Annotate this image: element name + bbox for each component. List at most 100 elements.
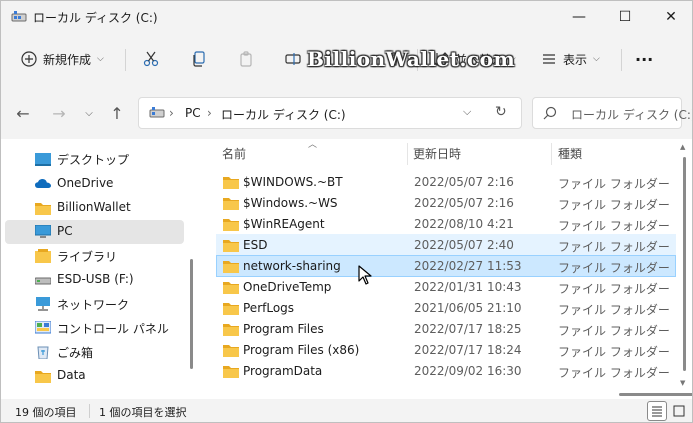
vertical-scrollbar[interactable] (683, 157, 686, 371)
rename-button[interactable] (285, 43, 301, 75)
sidebar-item-pc[interactable]: PC (5, 220, 184, 244)
folder-icon (35, 203, 51, 215)
column-divider[interactable] (551, 143, 552, 165)
window-title: ローカル ディスク (C:) (33, 11, 158, 25)
rename-icon (285, 53, 301, 65)
file-modified: 2022/07/17 18:25 (414, 322, 522, 336)
maximize-button[interactable]: ☐ (602, 1, 648, 33)
file-row[interactable]: $Windows.~WS 2022/05/07 2:16 ファイル フォルダー (216, 192, 676, 214)
address-bar[interactable]: › PC › ローカル ディスク (C:) ⌵ ↻ (138, 97, 522, 129)
file-row[interactable]: OneDriveTemp 2022/01/31 10:43 ファイル フォルダー (216, 276, 676, 298)
search-input[interactable]: ローカル ディスク (C:)... (532, 97, 692, 129)
scroll-up-icon[interactable]: ▲ (680, 143, 685, 151)
status-bar: 19 個の項目 1 個の項目を選択 (1, 399, 692, 422)
sidebar-item-esd-usb[interactable]: ESD-USB (F:) (5, 268, 184, 292)
forward-button[interactable]: → (47, 99, 71, 127)
file-row[interactable]: network-sharing 2022/02/27 11:53 ファイル フォルダ… (216, 255, 676, 277)
sidebar-item-data[interactable]: Data (5, 364, 184, 388)
sidebar-item-onedrive[interactable]: OneDrive (5, 172, 184, 196)
sidebar-item-libraries[interactable]: ライブラリ (5, 244, 184, 268)
address-history-dropdown[interactable]: ⌵ (463, 105, 471, 119)
folder-icon (223, 261, 239, 273)
details-view-button[interactable] (647, 401, 667, 421)
file-row[interactable]: ESD 2022/05/07 2:40 ファイル フォルダー (216, 234, 676, 256)
file-type: ファイル フォルダー (558, 219, 670, 233)
sidebar-item-billionwallet[interactable]: BillionWallet (5, 196, 184, 220)
back-button[interactable]: ← (11, 99, 35, 127)
sidebar-item-label: ESD-USB (F:) (57, 272, 134, 286)
column-header-name[interactable]: 名前 (222, 145, 246, 162)
scroll-down-icon[interactable]: ▼ (680, 379, 685, 387)
arrow-left-icon: ← (16, 103, 30, 123)
file-name: PerfLogs (243, 301, 295, 315)
network-icon (36, 297, 50, 311)
view-button[interactable]: 表示 ⌵ (541, 43, 600, 75)
sidebar-item-label: デスクトップ (57, 153, 130, 167)
sidebar-item-network[interactable]: ネットワーク (5, 292, 184, 316)
file-explorer-window: ローカル ディスク (C:) — ☐ ✕ 新規作成 ⌵ 並べ替え ⌵ 表示 ⌵ … (0, 0, 693, 423)
breadcrumb-separator: › (169, 106, 174, 120)
breadcrumb-local-disk[interactable]: ローカル ディスク (C:) (221, 106, 346, 123)
cut-button[interactable] (143, 43, 159, 75)
column-header-type[interactable]: 種類 (558, 145, 582, 162)
up-button[interactable]: ↑ (105, 99, 129, 127)
recent-locations-button[interactable]: ⌵ (77, 99, 101, 127)
file-modified: 2022/02/27 11:53 (414, 259, 522, 273)
folder-icon (223, 324, 239, 336)
recycle-bin-icon (37, 346, 49, 359)
sidebar-item-label: ごみ箱 (57, 346, 94, 360)
search-icon (543, 106, 557, 120)
library-icon (35, 249, 51, 263)
toolbar-divider (125, 49, 126, 71)
plus-circle-icon (21, 51, 37, 67)
chevron-down-icon: ⌵ (593, 54, 600, 64)
folder-icon (223, 177, 239, 189)
minimize-button[interactable]: — (556, 1, 602, 33)
horizontal-scrollbar[interactable] (619, 393, 692, 396)
file-row[interactable]: ProgramData 2022/09/02 16:30 ファイル フォルダー (216, 360, 676, 382)
file-row[interactable]: $WINDOWS.~BT 2022/05/07 2:16 ファイル フォルダー (216, 171, 676, 193)
watermark: BillionWallet.com (307, 47, 516, 71)
toolbar-divider (621, 49, 622, 71)
close-button[interactable]: ✕ (648, 1, 692, 33)
content-area: デスクトップ OneDrive BillionWallet PC ライブラリ E… (1, 139, 692, 399)
sidebar-item-desktop[interactable]: デスクトップ (5, 147, 184, 171)
drive-icon (11, 11, 27, 22)
file-name: network-sharing (243, 259, 341, 273)
sidebar-item-recycle-bin[interactable]: ごみ箱 (5, 340, 184, 364)
copy-icon (193, 51, 205, 67)
maximize-icon: ☐ (618, 9, 632, 25)
file-modified: 2022/05/07 2:40 (414, 238, 514, 252)
chevron-down-icon: ⌵ (85, 107, 93, 119)
sidebar-item-control-panel[interactable]: コントロール パネル (5, 316, 184, 340)
column-divider[interactable] (407, 143, 408, 165)
new-button[interactable]: 新規作成 ⌵ (21, 43, 104, 75)
title-bar: ローカル ディスク (C:) — ☐ ✕ (1, 1, 692, 33)
sidebar-item-label: Data (57, 368, 86, 382)
mouse-cursor-icon (358, 265, 372, 285)
more-options-button[interactable]: ··· (635, 43, 653, 75)
scissors-icon (143, 51, 159, 67)
file-row[interactable]: Program Files 2022/07/17 18:25 ファイル フォルダー (216, 318, 676, 340)
file-name: Program Files (x86) (243, 343, 360, 357)
file-row[interactable]: $WinREAgent 2022/08/10 4:21 ファイル フォルダー (216, 213, 676, 235)
copy-button[interactable] (191, 43, 207, 75)
folder-icon (223, 240, 239, 252)
arrow-right-icon: → (52, 103, 66, 123)
folder-icon (223, 303, 239, 315)
paste-button[interactable] (239, 43, 255, 75)
file-row[interactable]: Program Files (x86) 2022/07/17 18:24 ファイル … (216, 339, 676, 361)
sidebar-scrollbar[interactable] (190, 259, 193, 369)
file-row[interactable]: PerfLogs 2021/06/05 21:10 ファイル フォルダー (216, 297, 676, 319)
refresh-icon[interactable]: ↻ (495, 104, 507, 120)
onedrive-icon (35, 179, 51, 188)
tiles-view-button[interactable] (669, 401, 689, 421)
file-name: ProgramData (243, 364, 323, 378)
new-button-label: 新規作成 (43, 52, 92, 67)
breadcrumb-pc[interactable]: PC (185, 106, 201, 120)
details-view-icon (652, 406, 662, 417)
column-header-modified[interactable]: 更新日時 (413, 145, 461, 162)
control-panel-icon (35, 321, 51, 334)
file-type: ファイル フォルダー (558, 282, 670, 296)
minimize-icon: — (572, 9, 586, 25)
